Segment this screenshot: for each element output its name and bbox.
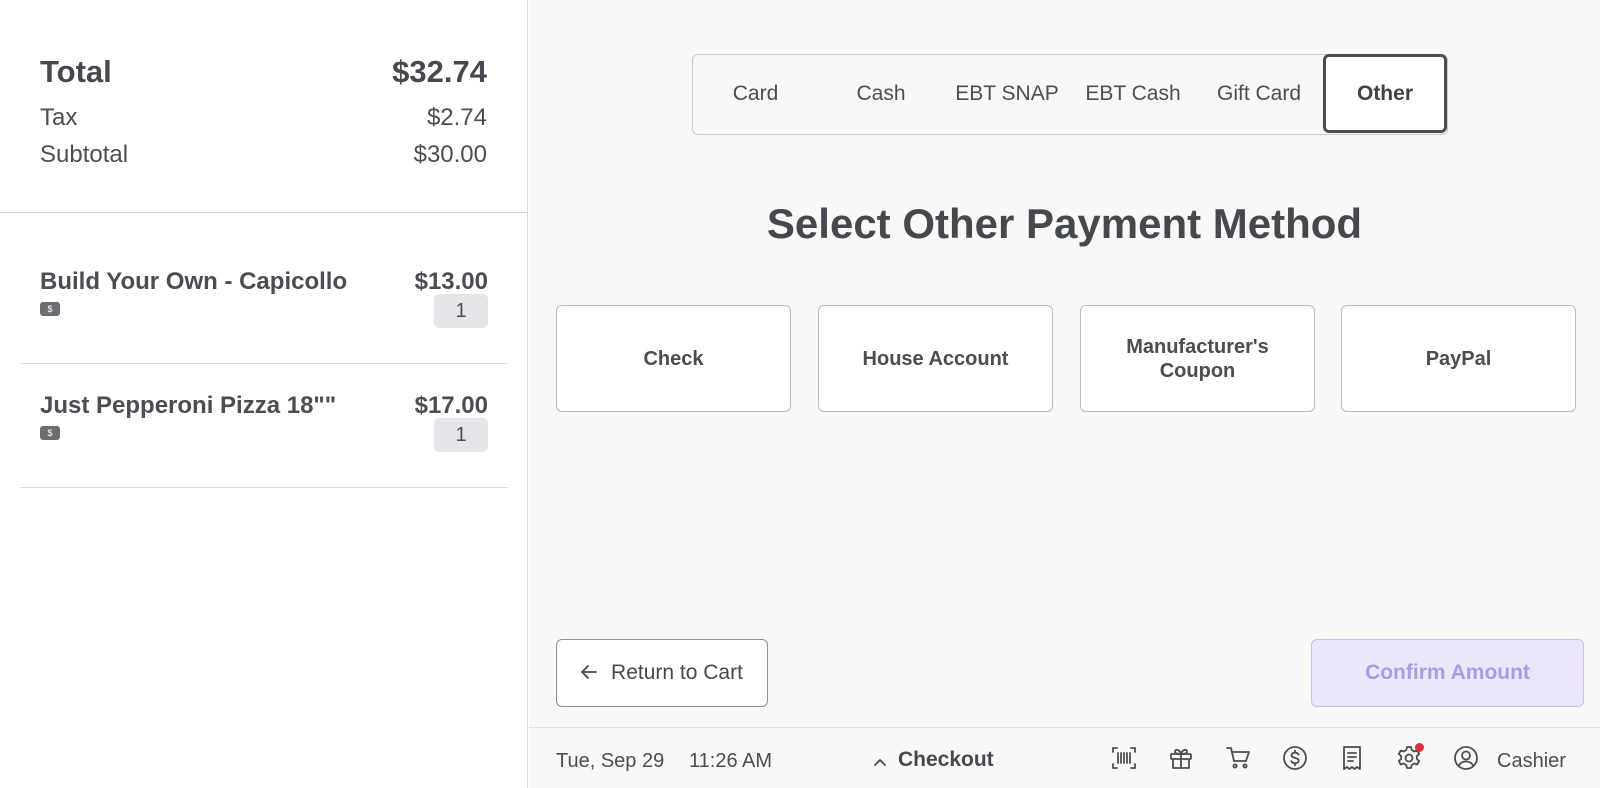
totals-section: Total $32.74 Tax $2.74 Subtotal $30.00 xyxy=(0,0,527,213)
subtotal-row: Subtotal $30.00 xyxy=(40,141,487,169)
tab-ebt-snap[interactable]: EBT SNAP xyxy=(944,55,1070,133)
subtotal-value: $30.00 xyxy=(413,141,487,168)
total-value: $32.74 xyxy=(392,54,487,89)
gift-icon[interactable] xyxy=(1167,744,1195,772)
receipt-icon[interactable] xyxy=(1338,744,1366,772)
cart-item[interactable]: Build Your Own - Capicollo $13.00 $ 1 xyxy=(20,240,508,364)
confirm-amount-button[interactable]: Confirm Amount xyxy=(1311,639,1584,707)
arrow-left-icon xyxy=(581,661,597,685)
page-title: Select Other Payment Method xyxy=(766,200,1363,247)
dollar-icon[interactable] xyxy=(1281,744,1309,772)
return-to-cart-button[interactable]: Return to Cart xyxy=(556,639,768,707)
checkout-toggle[interactable]: Checkout xyxy=(874,748,994,772)
tab-gift-card[interactable]: Gift Card xyxy=(1196,55,1322,133)
status-bar: Tue, Sep 29 11:26 AM Checkout Cashier xyxy=(529,727,1600,788)
tab-other[interactable]: Other xyxy=(1323,54,1447,133)
barcode-scan-icon[interactable] xyxy=(1110,744,1138,772)
cart-item-name: Build Your Own - Capicollo xyxy=(40,268,348,295)
user-icon[interactable] xyxy=(1452,744,1480,772)
tax-value: $2.74 xyxy=(426,104,487,131)
settings-icon[interactable] xyxy=(1395,743,1424,772)
cart-item-price: $13.00 xyxy=(414,268,488,295)
house-account-button[interactable]: House Account xyxy=(818,305,1053,412)
payment-panel: Card Cash EBT SNAP EBT Cash Gift Card Ot… xyxy=(529,0,1600,788)
payment-type-tabs: Card Cash EBT SNAP EBT Cash Gift Card Ot… xyxy=(692,54,1448,135)
cart-item-name: Just Pepperoni Pizza 18"" xyxy=(40,392,337,419)
date-display: Tue, Sep 29 xyxy=(556,750,665,772)
tab-ebt-cash[interactable]: EBT Cash xyxy=(1070,55,1196,133)
cart-item-quantity[interactable]: 1 xyxy=(434,418,488,452)
chevron-up-icon xyxy=(874,748,886,772)
cart-icon[interactable] xyxy=(1224,744,1252,772)
time-display: 11:26 AM xyxy=(689,750,773,772)
price-tag-icon: $ xyxy=(40,302,60,316)
tab-card[interactable]: Card xyxy=(693,55,818,133)
cart-item-price: $17.00 xyxy=(414,392,488,419)
tab-cash[interactable]: Cash xyxy=(818,55,944,133)
order-summary-panel: Total $32.74 Tax $2.74 Subtotal $30.00 B… xyxy=(0,0,528,788)
checkout-label: Checkout xyxy=(898,748,994,771)
tax-label: Tax xyxy=(40,104,78,131)
user-label[interactable]: Cashier xyxy=(1497,750,1566,773)
tax-row: Tax $2.74 xyxy=(40,104,487,132)
notification-dot xyxy=(1415,743,1424,752)
cart-item-quantity[interactable]: 1 xyxy=(434,294,488,328)
cart-item[interactable]: Just Pepperoni Pizza 18"" $17.00 $ 1 xyxy=(20,364,508,488)
price-tag-icon: $ xyxy=(40,426,60,440)
check-button[interactable]: Check xyxy=(556,305,791,412)
return-to-cart-label: Return to Cart xyxy=(611,661,743,684)
total-row: Total $32.74 xyxy=(40,54,487,90)
paypal-button[interactable]: PayPal xyxy=(1341,305,1576,412)
subtotal-label: Subtotal xyxy=(40,141,129,168)
manufacturers-coupon-button[interactable]: Manufacturer's Coupon xyxy=(1080,305,1315,412)
total-label: Total xyxy=(40,54,112,89)
